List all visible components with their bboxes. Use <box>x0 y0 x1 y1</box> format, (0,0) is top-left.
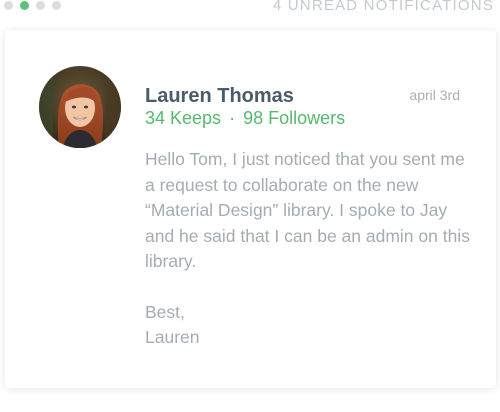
message-body: Hello Tom, I just noticed that you sent … <box>145 147 471 275</box>
notifications-screen: 4 UNREAD NOTIFICATIONS Lauren Thomas apr… <box>0 0 500 412</box>
keeps-count[interactable]: 34 Keeps <box>145 108 221 128</box>
message-text: Hello Tom, I just noticed that you sent … <box>145 149 470 271</box>
notification-date: april 3rd <box>409 87 460 103</box>
avatar-photo <box>39 66 121 148</box>
message-signoff: Best, Lauren <box>145 300 200 350</box>
author-name[interactable]: Lauren Thomas <box>145 85 294 108</box>
followers-count[interactable]: 98 Followers <box>243 108 345 128</box>
page-indicator <box>4 1 61 10</box>
unread-count-label: 4 UNREAD NOTIFICATIONS <box>272 0 494 14</box>
closing-text: Best, <box>145 302 185 322</box>
stats-separator: · <box>229 108 236 128</box>
signature-text: Lauren <box>145 327 200 347</box>
page-dot-active[interactable] <box>20 1 29 10</box>
notification-card[interactable]: Lauren Thomas april 3rd 34 Keeps · 98 Foll… <box>5 30 496 388</box>
author-stats: 34 Keeps · 98 Followers <box>145 108 345 129</box>
avatar[interactable] <box>39 66 121 148</box>
page-dot[interactable] <box>36 1 45 10</box>
page-dot[interactable] <box>52 1 61 10</box>
page-dot[interactable] <box>4 1 13 10</box>
